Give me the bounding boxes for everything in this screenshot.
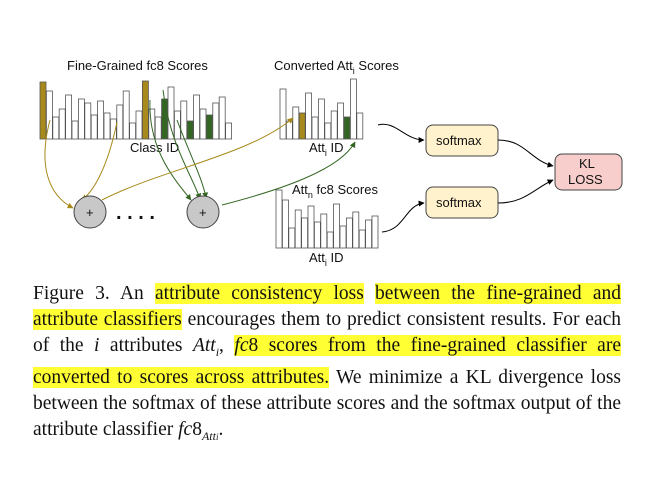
fine-bars-bar	[154, 116, 162, 140]
conv-bars-bar	[285, 120, 293, 140]
conv-bars-bar	[356, 112, 364, 140]
attn-bars-bar	[365, 219, 373, 249]
fine-bars-bar	[122, 90, 130, 140]
fine-bars-bar	[116, 104, 124, 140]
fine-bars-bar	[161, 98, 169, 140]
conv-bars-bar	[324, 122, 332, 140]
arrow-attn-to-softmax	[381, 200, 425, 233]
fine-bars-bar	[193, 94, 201, 140]
arrow-softmax-top-to-kl	[497, 139, 554, 168]
sum-node-1-plus: +	[86, 205, 94, 220]
attn-bars-bar	[307, 205, 315, 249]
conv-bars-bar	[298, 112, 306, 140]
fine-bars-bar	[141, 80, 149, 140]
conv-bars-bar	[349, 78, 357, 140]
attn-bars-bar	[288, 227, 296, 249]
loss-label: LOSS	[568, 172, 603, 187]
fine-bars-bar	[199, 108, 207, 140]
att-n-bars	[275, 189, 379, 249]
attn-bars-bar	[339, 225, 347, 249]
fine-bars-bar	[135, 110, 143, 140]
attn-bars-bar	[352, 211, 360, 249]
arrow-softmax-bottom-to-kl	[497, 179, 554, 204]
fine-bars-bar	[186, 120, 194, 140]
fine-bars-bar	[205, 114, 213, 140]
attn-bars-bar	[301, 217, 309, 249]
fine-grained-scores-title: Fine-Grained fc8 Scores	[67, 58, 208, 73]
att-n-scores-title: Attn fc8 Scores	[292, 182, 378, 200]
attribute-consistency-diagram: Fine-Grained fc8 Scores Converted Atti S…	[39, 58, 623, 268]
softmax-top-label: softmax	[436, 133, 482, 148]
fine-bars-bar	[173, 110, 181, 140]
ellipsis-dots: . . . .	[116, 202, 155, 224]
converted-scores-title: Converted Atti Scores	[274, 58, 399, 76]
attn-bars-bar	[358, 229, 366, 249]
softmax-bottom-label: softmax	[436, 195, 482, 210]
attn-bars-bar	[275, 189, 283, 249]
fine-bars-bar	[167, 86, 175, 140]
fine-bars-bar	[90, 114, 98, 140]
figure-caption: Figure 3. An attribute consistency loss …	[33, 283, 622, 443]
conv-bars-bar	[343, 116, 351, 140]
fine-bars-bar	[97, 100, 104, 140]
arrow-converted-to-softmax	[377, 123, 425, 143]
fine-bars-bar	[218, 96, 226, 140]
attn-bars-bar	[313, 221, 321, 249]
conv-bars-bar	[337, 102, 345, 140]
fine-bars-bar	[58, 108, 66, 140]
conv-bars-bar	[279, 88, 287, 140]
conv-bars-bar	[317, 98, 325, 140]
converted-att-bars	[279, 78, 364, 140]
conv-bars-bar	[311, 116, 319, 140]
fine-bars-bar	[65, 94, 72, 140]
attn-bars-bar	[294, 209, 302, 249]
att-id-label-bottom: Atti ID	[309, 250, 344, 268]
attn-bars-bar	[326, 231, 334, 249]
sum-node-2-plus: +	[199, 205, 207, 220]
fine-bars-bar	[39, 81, 47, 140]
conv-bars-bar	[292, 106, 300, 140]
att-id-label-top: Atti ID	[309, 140, 344, 158]
attn-bars-bar	[281, 199, 289, 249]
fine-bars-bar	[71, 120, 79, 140]
attn-bars-bar	[320, 213, 328, 249]
attn-bars-bar	[333, 203, 341, 249]
highlight-consistency-loss: attribute consistency loss	[155, 283, 364, 304]
fine-bars-bar	[84, 102, 92, 140]
fine-grained-bars	[39, 80, 233, 140]
attn-bars-bar	[345, 217, 353, 249]
class-id-label: Class ID	[130, 140, 179, 155]
fine-bars-bar	[212, 102, 220, 140]
attn-bars-bar	[371, 215, 379, 249]
fine-bars-bar	[225, 122, 233, 140]
kl-label: KL	[579, 156, 595, 171]
fine-bars-bar	[129, 122, 137, 140]
fine-bars-bar	[52, 116, 60, 140]
fine-bars-bar	[78, 98, 85, 140]
conv-bars-bar	[330, 110, 338, 140]
conv-bars-bar	[305, 92, 313, 140]
fine-bars-bar	[103, 112, 111, 140]
